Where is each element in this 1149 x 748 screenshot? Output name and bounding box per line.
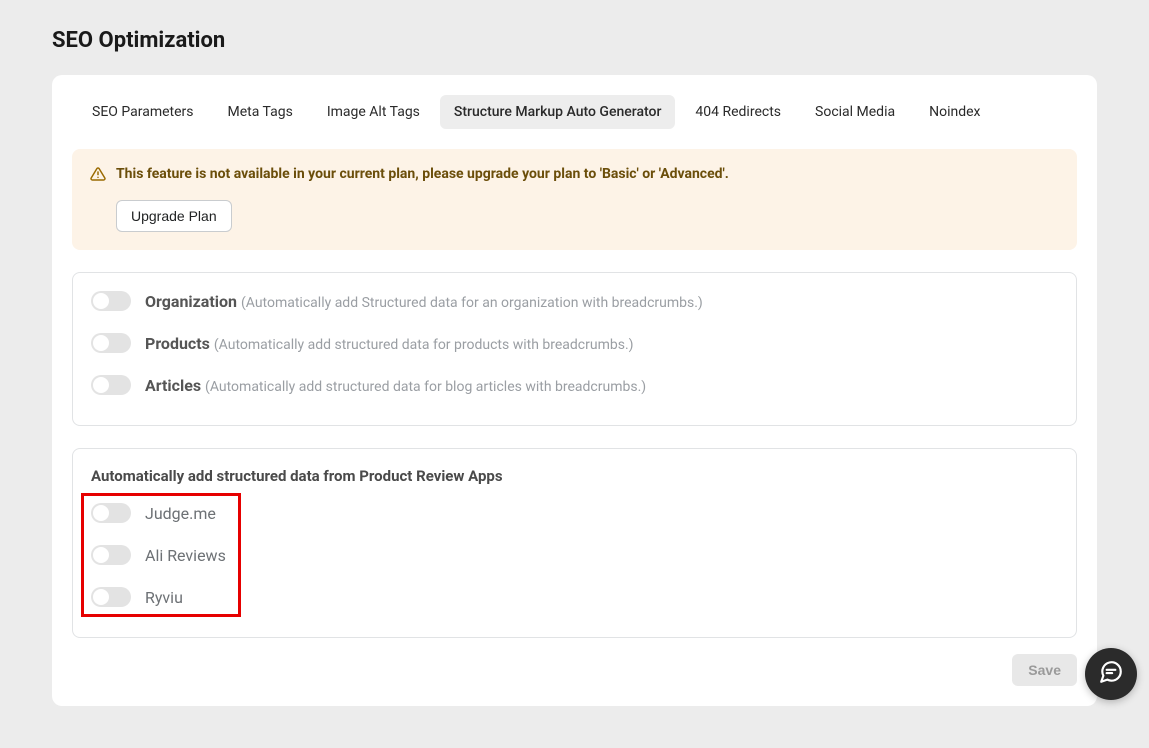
toggle-row-organization: Organization (Automatically add Structur…	[91, 291, 1058, 311]
tab-structure-markup[interactable]: Structure Markup Auto Generator	[440, 95, 676, 129]
settings-card: SEO Parameters Meta Tags Image Alt Tags …	[52, 75, 1097, 706]
toggle-desc-organization: (Automatically add Structured data for a…	[241, 295, 703, 311]
toggle-desc-products: (Automatically add structured data for p…	[214, 337, 634, 353]
chat-fab[interactable]	[1085, 648, 1137, 700]
toggle-desc-articles: (Automatically add structured data for b…	[205, 379, 646, 395]
toggle-label-organization: Organization (Automatically add Structur…	[145, 292, 703, 311]
toggle-name-articles: Articles	[145, 376, 201, 395]
toggle-name-products: Products	[145, 334, 210, 353]
review-apps-panel: Automatically add structured data from P…	[72, 448, 1077, 638]
toggle-row-judgeme: Judge.me	[91, 503, 1058, 523]
tab-seo-parameters[interactable]: SEO Parameters	[78, 95, 208, 129]
toggle-row-articles: Articles (Automatically add structured d…	[91, 375, 1058, 395]
tab-image-alt-tags[interactable]: Image Alt Tags	[313, 95, 434, 129]
upgrade-plan-button[interactable]: Upgrade Plan	[116, 200, 232, 232]
toggle-row-ryviu: Ryviu	[91, 587, 1058, 607]
toggle-row-products: Products (Automatically add structured d…	[91, 333, 1058, 353]
review-apps-heading: Automatically add structured data from P…	[91, 467, 1058, 485]
toggle-products[interactable]	[91, 333, 131, 353]
toggle-ryviu[interactable]	[91, 587, 131, 607]
toggle-label-articles: Articles (Automatically add structured d…	[145, 376, 646, 395]
toggle-alireviews[interactable]	[91, 545, 131, 565]
tab-noindex[interactable]: Noindex	[915, 95, 994, 129]
warning-icon	[90, 166, 106, 186]
toggle-articles[interactable]	[91, 375, 131, 395]
toggle-label-alireviews: Ali Reviews	[145, 546, 226, 565]
page-title: SEO Optimization	[52, 28, 1097, 53]
upgrade-banner: This feature is not available in your cu…	[72, 149, 1077, 250]
upgrade-banner-text: This feature is not available in your cu…	[116, 165, 729, 185]
tabs: SEO Parameters Meta Tags Image Alt Tags …	[72, 95, 1077, 129]
tab-404-redirects[interactable]: 404 Redirects	[681, 95, 795, 129]
toggle-label-ryviu: Ryviu	[145, 588, 183, 607]
tab-social-media[interactable]: Social Media	[801, 95, 909, 129]
toggle-judgeme[interactable]	[91, 503, 131, 523]
toggle-name-organization: Organization	[145, 292, 237, 311]
chat-icon	[1098, 659, 1124, 689]
structured-data-panel: Organization (Automatically add Structur…	[72, 272, 1077, 426]
toggle-organization[interactable]	[91, 291, 131, 311]
save-wrap: Save	[72, 654, 1077, 686]
tab-meta-tags[interactable]: Meta Tags	[214, 95, 307, 129]
save-button[interactable]: Save	[1012, 654, 1077, 686]
toggle-label-judgeme: Judge.me	[145, 504, 216, 523]
toggle-label-products: Products (Automatically add structured d…	[145, 334, 634, 353]
toggle-row-alireviews: Ali Reviews	[91, 545, 1058, 565]
